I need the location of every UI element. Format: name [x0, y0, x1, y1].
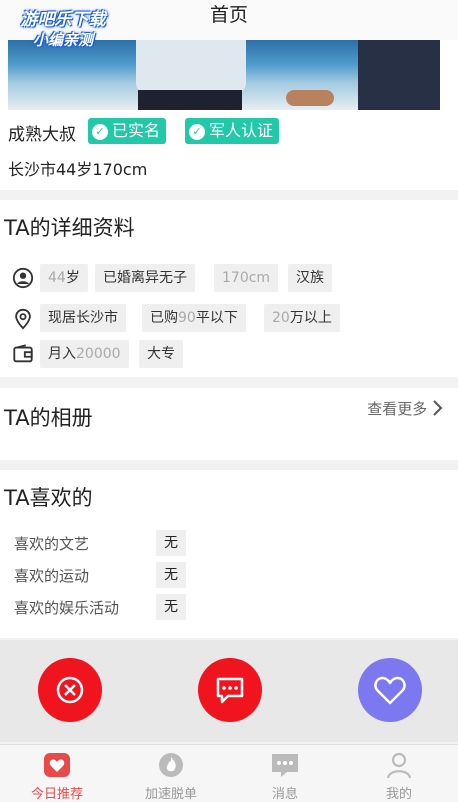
- heart-icon: [374, 676, 406, 705]
- marital-tag: 已婚离异无子: [95, 264, 195, 292]
- likes-card: TA喜欢的 喜欢的文艺 无 喜欢的运动 无 喜欢的娱乐活动 无: [0, 470, 458, 638]
- person-icon: [386, 752, 412, 779]
- photo-figure-pants: [138, 90, 242, 110]
- photo-figure-woman: [358, 40, 440, 110]
- profile-location-age-height: 长沙市44岁170cm: [8, 160, 148, 179]
- watermark-logo: 游吧乐下载 小编亲测: [4, 10, 122, 50]
- tab-mine[interactable]: 我的: [342, 745, 456, 802]
- tab-today-recommend[interactable]: 今日推荐: [0, 745, 114, 802]
- profile-summary-card: 成熟大叔 ✓ 已实名 ✓ 军人认证 长沙市44岁170cm: [0, 112, 458, 190]
- wallet-icon: [13, 344, 33, 363]
- chevron-right-icon: [433, 400, 443, 416]
- tab-speed-match[interactable]: 加速脱单: [114, 745, 228, 802]
- tab-label: 消息: [271, 787, 298, 802]
- watermark-line-1: 游吧乐下载: [20, 10, 106, 30]
- watermark-line-2: 小编亲测: [32, 31, 93, 49]
- tab-label: 今日推荐: [30, 787, 83, 802]
- age-tag: 44岁: [40, 264, 88, 292]
- profile-name: 成熟大叔: [8, 125, 76, 145]
- album-card[interactable]: TA的相册 查看更多: [0, 388, 458, 460]
- dislike-button[interactable]: [38, 658, 102, 722]
- like-entertainment-label: 喜欢的娱乐活动: [14, 599, 120, 617]
- album-title: TA的相册: [4, 406, 93, 430]
- like-sports-value: 无: [156, 562, 186, 588]
- message-button[interactable]: [198, 658, 262, 722]
- like-entertainment-value: 无: [156, 594, 186, 620]
- like-arts-value: 无: [156, 530, 186, 556]
- like-button[interactable]: [358, 658, 422, 722]
- page-title: 首页: [209, 4, 248, 26]
- tab-messages[interactable]: 消息: [228, 745, 342, 802]
- view-more-link[interactable]: 查看更多: [367, 398, 444, 419]
- residence-tag: 现居长沙市: [40, 304, 126, 332]
- chat-bubble-icon: [216, 677, 244, 704]
- education-tag: 大专: [139, 340, 183, 368]
- like-sports-label: 喜欢的运动: [14, 567, 90, 585]
- bottom-tab-bar: 今日推荐 加速脱单 消息 我的: [0, 744, 458, 802]
- monthly-income-tag: 月入20000: [40, 340, 129, 368]
- details-card: TA的详细资料 44岁 已婚离异无子 170cm 汉族 现居长沙市 已购90平以…: [0, 200, 458, 377]
- ethnicity-tag: 汉族: [288, 264, 332, 292]
- height-tag: 170cm: [214, 264, 279, 292]
- likes-title: TA喜欢的: [4, 486, 93, 510]
- check-icon: ✓: [92, 124, 108, 140]
- flame-icon: [159, 753, 183, 777]
- close-circle-icon: [56, 676, 84, 704]
- verified-badge: ✓ 已实名: [88, 118, 167, 144]
- action-bar: [0, 640, 458, 742]
- check-icon: ✓: [189, 124, 205, 140]
- photo-holding-hands: [286, 90, 334, 106]
- location-pin-icon: [15, 308, 31, 330]
- photo-figure-man: [136, 40, 246, 92]
- like-arts-label: 喜欢的文艺: [14, 535, 90, 553]
- income-assets-tag: 20万以上: [264, 304, 340, 332]
- military-badge: ✓ 军人认证: [185, 118, 280, 144]
- person-icon: [12, 267, 34, 289]
- badge-label: 已实名: [112, 121, 161, 140]
- profile-photo[interactable]: [8, 40, 440, 110]
- tab-label: 我的: [385, 787, 412, 802]
- details-title: TA的详细资料: [4, 216, 135, 240]
- profile-photo-area: [0, 40, 458, 112]
- badge-label: 军人认证: [209, 121, 274, 140]
- message-icon: [272, 754, 298, 777]
- house-tag: 已购90平以下: [142, 304, 246, 332]
- tab-label: 加速脱单: [144, 787, 197, 802]
- heart-icon: [44, 753, 70, 777]
